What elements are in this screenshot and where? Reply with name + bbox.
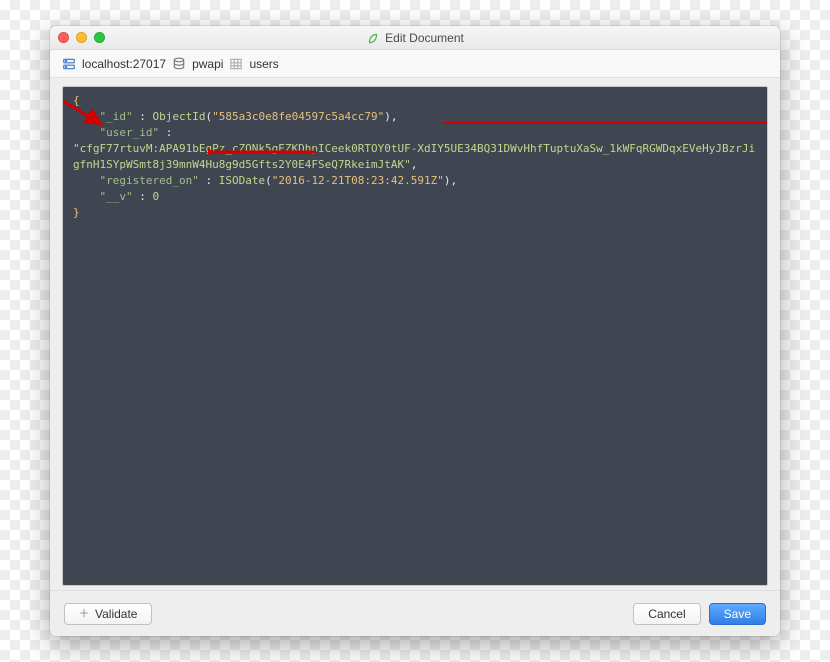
validate-button[interactable]: Validate [64, 603, 152, 625]
leaf-icon [366, 31, 380, 45]
footer: Validate Cancel Save [50, 590, 780, 636]
minimize-window-icon[interactable] [76, 32, 87, 43]
breadcrumb-database[interactable]: pwapi [192, 57, 223, 71]
window-title: Edit Document [50, 31, 780, 45]
save-button[interactable]: Save [709, 603, 766, 625]
json-editor[interactable]: { "_id" : ObjectId("585a3c0e8fe04597c5a4… [62, 86, 768, 586]
close-window-icon[interactable] [58, 32, 69, 43]
maximize-window-icon[interactable] [94, 32, 105, 43]
cancel-label: Cancel [648, 607, 685, 621]
save-label: Save [724, 607, 751, 621]
window-title-text: Edit Document [385, 31, 464, 45]
traffic-lights [58, 32, 105, 43]
titlebar: Edit Document [50, 26, 780, 50]
validate-icon [79, 607, 89, 621]
breadcrumb-host[interactable]: localhost:27017 [82, 57, 166, 71]
edit-document-window: Edit Document localhost:27017 pwapi user… [50, 26, 780, 636]
table-icon [229, 57, 243, 71]
breadcrumb: localhost:27017 pwapi users [50, 50, 780, 78]
breadcrumb-collection[interactable]: users [249, 57, 278, 71]
validate-label: Validate [95, 607, 137, 621]
cancel-button[interactable]: Cancel [633, 603, 700, 625]
database-icon [172, 57, 186, 71]
server-icon [62, 57, 76, 71]
json-code[interactable]: { "_id" : ObjectId("585a3c0e8fe04597c5a4… [63, 87, 767, 227]
